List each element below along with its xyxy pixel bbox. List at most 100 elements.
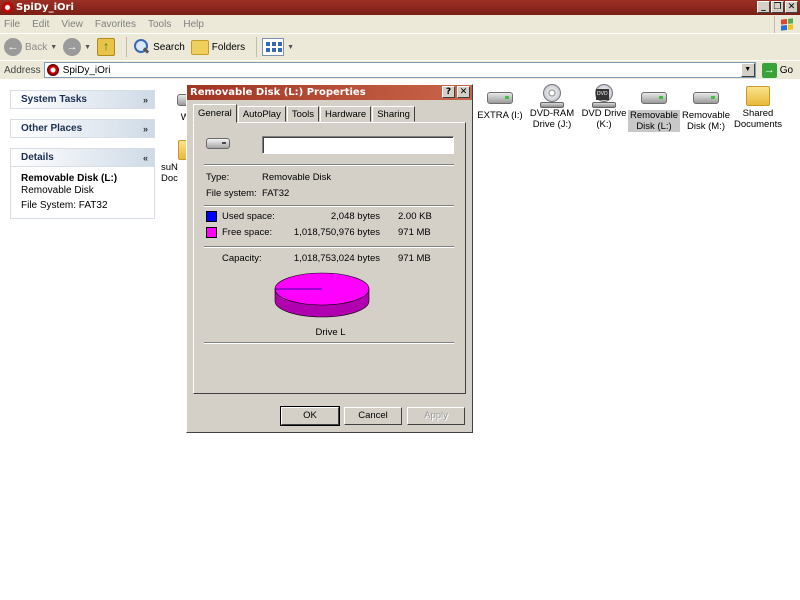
address-dropdown-button[interactable]: ▼	[740, 63, 755, 77]
toolbar-separator	[126, 37, 128, 57]
dialog-titlebar: Removable Disk (L:) Properties ? ✕	[187, 85, 472, 100]
free-space-label: Free space:	[222, 227, 273, 238]
type-label: Type:	[206, 172, 230, 183]
forward-button[interactable]: → ▼	[63, 38, 91, 56]
drive-icon	[487, 92, 513, 104]
capacity-bytes: 1,018,753,024 bytes	[293, 253, 380, 264]
details-type: Removable Disk	[21, 185, 94, 196]
folders-icon	[190, 39, 209, 55]
menu-edit[interactable]: Edit	[32, 19, 49, 30]
used-space-swatch	[206, 211, 217, 222]
removable-drive-icon	[641, 92, 667, 104]
cancel-button[interactable]: Cancel	[344, 407, 402, 425]
menu-file[interactable]: File	[4, 19, 20, 30]
capacity-human: 971 MB	[398, 253, 431, 264]
tab-sharing[interactable]: Sharing	[372, 106, 415, 122]
views-button[interactable]: ▼	[262, 38, 294, 56]
drive-item-dvdram[interactable]: DVD-RAM Drive (J:)	[526, 84, 578, 130]
menu-tools[interactable]: Tools	[148, 19, 171, 30]
toolbar: ← Back ▼ → ▼ ↑ Search Folders ▼	[0, 34, 800, 60]
dialog-tabs: General AutoPlay Tools Hardware Sharing	[193, 104, 416, 123]
go-button[interactable]: → Go	[761, 62, 794, 78]
drive-item-dvd[interactable]: DVD DVD Drive (K:)	[578, 84, 630, 130]
folders-button[interactable]: Folders	[190, 39, 245, 55]
folder-up-icon: ↑	[97, 38, 116, 56]
folder-icon	[746, 86, 770, 106]
search-button[interactable]: Search	[132, 38, 185, 56]
address-input[interactable]: SpiDy_iOri ▼	[43, 62, 756, 78]
close-button[interactable]: ✕	[785, 1, 798, 13]
address-value: SpiDy_iOri	[62, 64, 111, 76]
other-places-panel: Other Places »	[10, 119, 155, 138]
folder-item-shared-documents[interactable]: Shared Documents	[732, 84, 784, 130]
cd-drive-icon	[539, 84, 565, 108]
help-button[interactable]: ?	[442, 86, 455, 98]
window-titlebar: SpiDy_iOri _ ❐ ✕	[0, 0, 800, 15]
spider-folder-icon	[46, 64, 59, 76]
drive-item-removable-m[interactable]: Removable Disk (M:)	[680, 86, 732, 132]
system-tasks-title: System Tasks	[21, 94, 87, 105]
back-label: Back	[25, 41, 48, 53]
filesystem-label: File system:	[206, 188, 257, 199]
expand-chevron-icon[interactable]: »	[143, 120, 148, 138]
item-label: DVD-RAM Drive (J:)	[529, 108, 575, 130]
system-tasks-header[interactable]: System Tasks »	[10, 90, 155, 109]
divider	[204, 205, 454, 207]
capacity-label: Capacity:	[222, 253, 262, 264]
ok-button[interactable]: OK	[280, 406, 340, 426]
go-arrow-icon: →	[761, 62, 777, 78]
address-bar: Address SpiDy_iOri ▼ → Go	[0, 60, 800, 79]
views-icon	[262, 38, 285, 56]
filesystem-value: FAT32	[262, 188, 290, 199]
drive-item-extra[interactable]: EXTRA (I:)	[474, 86, 526, 121]
tab-general[interactable]: General	[193, 104, 237, 123]
details-body: Removable Disk (L:) Removable Disk File …	[10, 167, 155, 219]
chevron-down-icon: ▼	[50, 43, 58, 51]
item-label: Shared Documents	[733, 108, 783, 130]
volume-name-input[interactable]	[262, 136, 454, 154]
dialog-controls: ? ✕	[442, 86, 470, 98]
divider	[204, 164, 454, 166]
collapse-chevron-icon[interactable]: «	[143, 149, 148, 167]
drive-item-removable-l[interactable]: Removable Disk (L:)	[628, 86, 680, 132]
details-header[interactable]: Details «	[10, 148, 155, 167]
item-label: EXTRA (I:)	[477, 110, 523, 121]
properties-dialog: Removable Disk (L:) Properties ? ✕ Gener…	[186, 84, 473, 433]
chevron-down-icon: ▼	[287, 43, 295, 51]
removable-drive-icon	[693, 92, 719, 104]
tab-autoplay[interactable]: AutoPlay	[237, 106, 286, 122]
minimize-button[interactable]: _	[757, 1, 770, 13]
used-space-human: 2.00 KB	[398, 211, 432, 222]
item-label: Removable Disk (L:)	[628, 110, 680, 132]
type-value: Removable Disk	[262, 172, 332, 183]
drive-label: Drive L	[315, 327, 346, 338]
chevron-down-icon: ▼	[84, 43, 92, 51]
up-button[interactable]: ↑	[97, 38, 116, 56]
tab-tools[interactable]: Tools	[286, 106, 320, 122]
tab-hardware[interactable]: Hardware	[320, 106, 372, 122]
disk-usage-pie	[274, 272, 370, 318]
menu-help[interactable]: Help	[183, 19, 204, 30]
dvd-drive-icon: DVD	[591, 84, 617, 108]
free-space-human: 971 MB	[398, 227, 431, 238]
menubar: File Edit View Favorites Tools Help	[0, 15, 800, 34]
search-icon	[132, 38, 150, 56]
go-label: Go	[779, 64, 794, 76]
windows-logo	[774, 16, 798, 33]
dialog-close-button[interactable]: ✕	[457, 86, 470, 98]
window-controls: _ ❐ ✕	[757, 1, 798, 13]
apply-button[interactable]: Apply	[407, 407, 465, 425]
menu-favorites[interactable]: Favorites	[95, 19, 136, 30]
back-arrow-icon: ←	[4, 38, 22, 56]
menu-view[interactable]: View	[61, 19, 83, 30]
other-places-header[interactable]: Other Places »	[10, 119, 155, 138]
item-label: DVD Drive (K:)	[581, 108, 627, 130]
details-filesystem: File System: FAT32	[21, 200, 108, 211]
expand-chevron-icon[interactable]: »	[143, 91, 148, 109]
details-name: Removable Disk (L:)	[21, 173, 118, 184]
forward-arrow-icon: →	[63, 38, 82, 56]
search-label: Search	[153, 41, 185, 53]
back-button[interactable]: ← Back ▼	[4, 38, 57, 56]
restore-button[interactable]: ❐	[771, 1, 784, 13]
used-space-bytes: 2,048 bytes	[330, 211, 380, 222]
